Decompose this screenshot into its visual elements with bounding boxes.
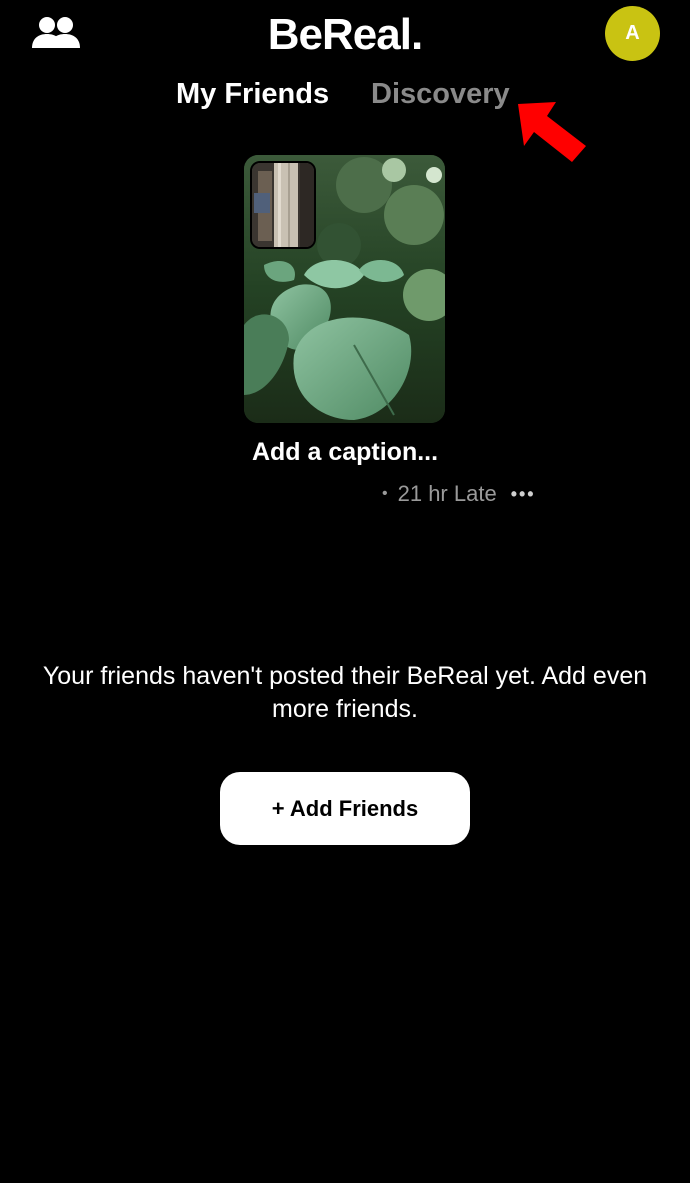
app-logo: BeReal.	[267, 10, 423, 59]
tab-my-friends[interactable]: My Friends	[176, 78, 329, 111]
red-arrow-icon	[512, 96, 588, 168]
add-friends-button[interactable]: + Add Friends	[220, 772, 470, 845]
post-photo[interactable]	[244, 155, 445, 423]
profile-avatar[interactable]: A	[605, 6, 660, 61]
post-caption[interactable]: Add a caption...	[0, 438, 690, 467]
meta-separator: •	[382, 485, 388, 502]
post-meta: • 21 hr Late •••	[382, 481, 536, 507]
empty-state-message: Your friends haven't posted their BeReal…	[42, 662, 648, 723]
post-time-status: 21 hr Late	[397, 481, 497, 506]
more-options-icon[interactable]: •••	[511, 484, 536, 505]
front-camera-thumbnail[interactable]	[250, 161, 316, 249]
tab-discovery[interactable]: Discovery	[371, 78, 510, 111]
